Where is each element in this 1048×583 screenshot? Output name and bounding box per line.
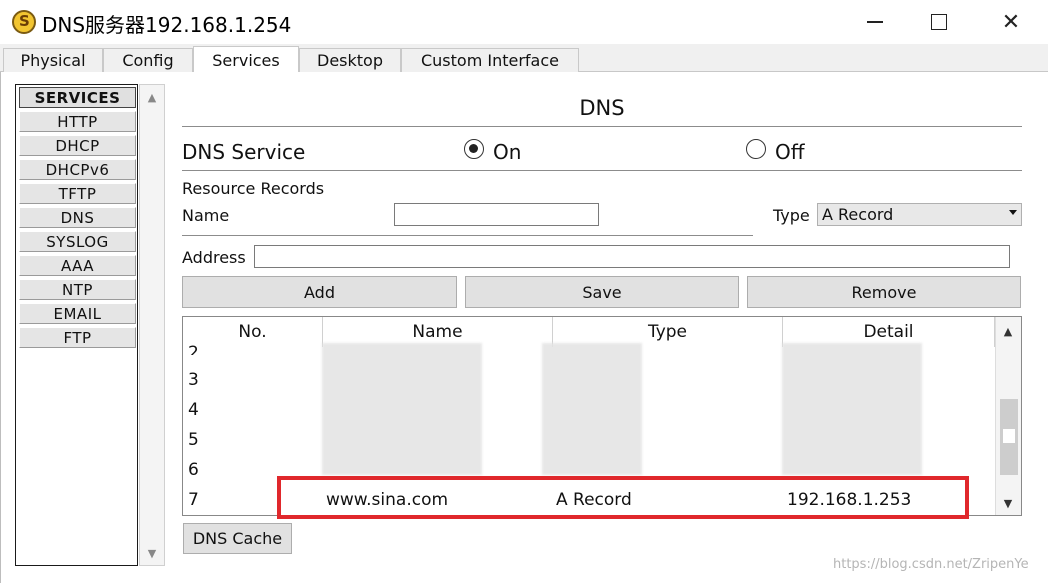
- dns-cache-button[interactable]: DNS Cache: [183, 523, 292, 554]
- title-bar: DNS服务器192.168.1.254 ✕: [0, 0, 1048, 44]
- type-select[interactable]: A Record: [817, 203, 1022, 226]
- scroll-down-icon[interactable]: ▼: [140, 543, 164, 563]
- service-email[interactable]: EMAIL: [19, 303, 136, 324]
- table-row[interactable]: 4: [188, 400, 199, 420]
- address-input[interactable]: [254, 245, 1010, 268]
- services-scrollbar[interactable]: ▲ ▼: [139, 84, 165, 566]
- minimize-icon: [867, 21, 883, 23]
- type-select-value: A Record: [822, 205, 894, 224]
- maximize-button[interactable]: [909, 0, 969, 44]
- service-aaa[interactable]: AAA: [19, 255, 136, 276]
- scroll-up-icon[interactable]: ▲: [140, 87, 164, 107]
- minimize-button[interactable]: [845, 0, 905, 44]
- table-row[interactable]: 6: [188, 460, 199, 480]
- name-input[interactable]: [394, 203, 599, 226]
- table-row[interactable]: 7: [188, 490, 199, 510]
- scrollbar-grip: [1003, 429, 1015, 443]
- save-button[interactable]: Save: [465, 276, 739, 308]
- service-syslog[interactable]: SYSLOG: [19, 231, 136, 252]
- watermark: https://blog.csdn.net/ZripenYe: [833, 557, 1029, 572]
- service-dhcp[interactable]: DHCP: [19, 135, 136, 156]
- blurred-region: [782, 343, 922, 475]
- window-title: DNS服务器192.168.1.254: [42, 13, 292, 37]
- service-tftp[interactable]: TFTP: [19, 183, 136, 204]
- divider: [182, 235, 753, 236]
- close-button[interactable]: ✕: [981, 0, 1041, 44]
- dns-on-label: On: [493, 140, 522, 164]
- dns-on-radio[interactable]: [464, 139, 484, 159]
- divider: [182, 170, 1022, 171]
- dns-off-radio[interactable]: [746, 139, 766, 159]
- blurred-region: [542, 343, 642, 475]
- services-header: SERVICES: [19, 87, 136, 108]
- remove-button[interactable]: Remove: [747, 276, 1021, 308]
- table-row[interactable]: 2: [188, 343, 199, 355]
- packet-tracer-server-icon: [12, 10, 36, 34]
- resource-records-label: Resource Records: [182, 179, 325, 198]
- close-icon: ✕: [1001, 9, 1021, 35]
- scroll-down-icon[interactable]: ▼: [996, 493, 1020, 513]
- service-ntp[interactable]: NTP: [19, 279, 136, 300]
- type-label: Type: [773, 206, 810, 225]
- name-label: Name: [182, 206, 230, 225]
- tab-desktop[interactable]: Desktop: [299, 48, 401, 72]
- tab-services[interactable]: Services: [193, 46, 299, 73]
- dns-service-label: DNS Service: [182, 140, 306, 164]
- column-header-no: No.: [183, 317, 323, 347]
- service-ftp[interactable]: FTP: [19, 327, 136, 348]
- table-scrollbar[interactable]: ▲ ▼: [995, 317, 1021, 515]
- table-row[interactable]: 5: [188, 430, 199, 450]
- tab-custom-interface[interactable]: Custom Interface: [401, 48, 579, 72]
- tab-bar: Physical Config Services Desktop Custom …: [0, 44, 1048, 73]
- scrollbar-thumb[interactable]: [1000, 399, 1018, 475]
- highlight-box: [277, 476, 969, 519]
- tab-physical[interactable]: Physical: [3, 48, 103, 72]
- dns-heading: DNS: [579, 96, 625, 120]
- service-dhcpv6[interactable]: DHCPv6: [19, 159, 136, 180]
- maximize-icon: [931, 14, 947, 30]
- blurred-region: [322, 343, 482, 475]
- service-dns[interactable]: DNS: [19, 207, 136, 228]
- dns-off-label: Off: [775, 140, 805, 164]
- table-row[interactable]: 3: [188, 370, 199, 390]
- service-http[interactable]: HTTP: [19, 111, 136, 132]
- tab-config[interactable]: Config: [103, 48, 193, 72]
- address-label: Address: [182, 248, 246, 267]
- divider: [182, 126, 1022, 127]
- add-button[interactable]: Add: [182, 276, 457, 308]
- services-list: SERVICES HTTP DHCP DHCPv6 TFTP DNS SYSLO…: [15, 84, 138, 566]
- chevron-down-icon: [1009, 210, 1017, 215]
- scroll-up-icon[interactable]: ▲: [996, 321, 1020, 341]
